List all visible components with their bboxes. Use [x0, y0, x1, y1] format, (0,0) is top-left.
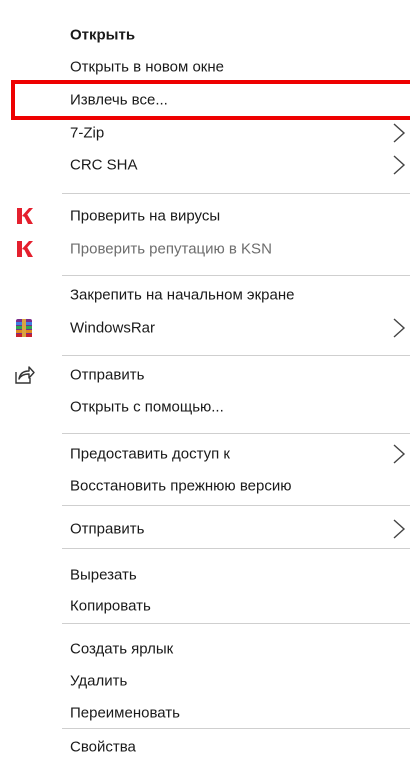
menu-separator: [62, 275, 410, 276]
menu-item-open[interactable]: Открыть: [0, 18, 410, 52]
kaspersky-icon: [17, 208, 33, 224]
menu-item-label: Переименовать: [70, 704, 180, 722]
menu-separator: [62, 433, 410, 434]
chevron-right-icon: [393, 155, 406, 175]
context-menu: Открыть Открыть в новом окне Извлечь все…: [0, 0, 410, 758]
menu-separator: [62, 728, 410, 729]
menu-item-label: Проверить на вирусы: [70, 207, 221, 225]
chevron-right-icon: [393, 519, 406, 539]
chevron-right-icon: [393, 444, 406, 464]
menu-item-label: WindowsRar: [70, 319, 156, 337]
menu-item-label: Создать ярлык: [70, 640, 174, 658]
menu-item-label: Отправить: [70, 366, 145, 384]
highlight-frame: [11, 80, 410, 120]
menu-separator: [62, 193, 410, 194]
menu-item-rename[interactable]: Переименовать: [0, 696, 410, 730]
menu-item-label: Свойства: [70, 738, 136, 756]
menu-item-properties[interactable]: Свойства: [0, 730, 410, 758]
share-icon: [15, 366, 35, 384]
menu-item-label: Открыть в новом окне: [70, 58, 224, 76]
menu-item-label: CRC SHA: [70, 156, 138, 174]
menu-item-copy[interactable]: Копировать: [0, 589, 410, 623]
menu-item-label: Вырезать: [70, 566, 137, 584]
menu-item-open-with[interactable]: Открыть с помощью...: [0, 390, 410, 424]
menu-item-create-shortcut[interactable]: Создать ярлык: [0, 632, 410, 666]
menu-item-check-viruses[interactable]: Проверить на вирусы: [0, 199, 410, 233]
menu-separator: [62, 355, 410, 356]
menu-item-label: Отправить: [70, 520, 145, 538]
menu-item-label: Закрепить на начальном экране: [70, 286, 295, 304]
menu-item-label: Удалить: [70, 672, 128, 690]
menu-item-share[interactable]: Отправить: [0, 358, 410, 392]
chevron-right-icon: [393, 123, 406, 143]
menu-item-restore-version[interactable]: Восстановить прежнюю версию: [0, 469, 410, 503]
menu-item-label: Проверить репутацию в KSN: [70, 240, 272, 258]
menu-item-delete[interactable]: Удалить: [0, 664, 410, 698]
menu-item-cut[interactable]: Вырезать: [0, 558, 410, 592]
menu-item-label: 7-Zip: [70, 124, 105, 142]
menu-item-windowsrar[interactable]: WindowsRar: [0, 311, 410, 345]
menu-item-7zip[interactable]: 7-Zip: [0, 116, 410, 150]
menu-item-label: Предоставить доступ к: [70, 445, 230, 463]
menu-item-pin-start[interactable]: Закрепить на начальном экране: [0, 278, 410, 312]
menu-item-crc-sha[interactable]: CRC SHA: [0, 148, 410, 182]
menu-item-label: Открыть с помощью...: [70, 398, 224, 416]
winrar-icon: [16, 319, 32, 337]
menu-item-send-to[interactable]: Отправить: [0, 512, 410, 546]
menu-separator: [62, 623, 410, 624]
menu-item-open-new-window[interactable]: Открыть в новом окне: [0, 50, 410, 84]
menu-item-give-access[interactable]: Предоставить доступ к: [0, 437, 410, 471]
kaspersky-icon: [17, 241, 33, 257]
menu-item-check-reputation[interactable]: Проверить репутацию в KSN: [0, 232, 410, 266]
menu-item-label: Копировать: [70, 597, 151, 615]
menu-item-label: Открыть: [70, 26, 136, 44]
menu-item-label: Восстановить прежнюю версию: [70, 477, 292, 495]
chevron-right-icon: [393, 318, 406, 338]
menu-separator: [62, 548, 410, 549]
menu-separator: [62, 505, 410, 506]
